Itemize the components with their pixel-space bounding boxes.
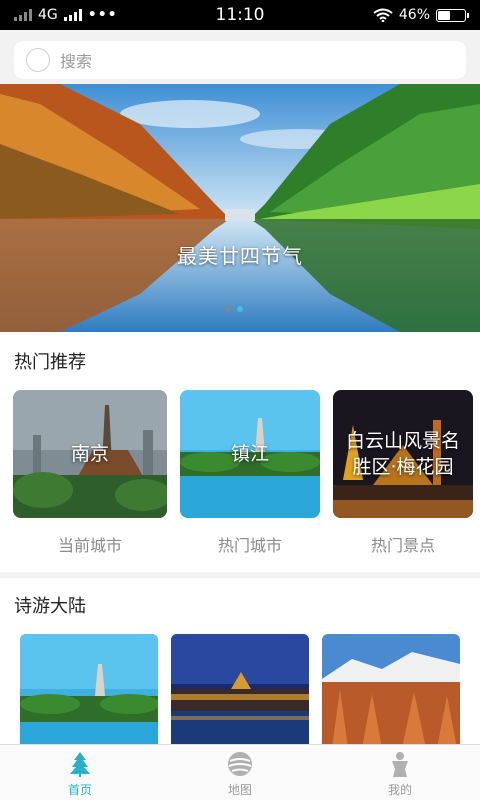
wifi-icon — [373, 8, 393, 22]
sim1-signal-icon — [14, 9, 32, 21]
card-caption: 当前城市 — [57, 536, 122, 555]
person-icon — [392, 752, 408, 777]
more-dots-icon: ••• — [87, 7, 118, 23]
signal-strength-icon — [63, 9, 82, 21]
status-bar: 4G ••• 11:10 46% — [0, 0, 480, 30]
banner-caption: 最美廿四节气 — [177, 244, 303, 268]
card-name: 南京 — [70, 443, 109, 465]
map-globe-icon — [228, 752, 252, 776]
card-nanjing[interactable]: 南京 — [13, 390, 167, 518]
search-bar-area: 搜索 — [0, 30, 480, 84]
banner-carousel[interactable]: 最美廿四节气 — [0, 84, 480, 332]
carousel-dot-1 — [225, 306, 231, 312]
search-input[interactable]: 搜索 — [14, 41, 466, 79]
battery-percent: 46% — [398, 7, 430, 23]
tab-label: 首页 — [67, 783, 92, 797]
poem-travel-section: 诗游大陆 — [0, 578, 480, 748]
search-placeholder: 搜索 — [60, 52, 93, 71]
card-zhenjiang[interactable]: 镇江 — [180, 390, 320, 518]
tab-home[interactable]: 首页 — [0, 745, 160, 800]
search-icon — [26, 48, 50, 72]
section-title: 热门推荐 — [14, 352, 86, 373]
tab-map[interactable]: 地图 — [160, 745, 320, 800]
hot-recommend-section: 热门推荐 南京 当前城市 镇江 热门城市 白云山风景名胜区·梅花园 热门景点 — [0, 332, 480, 572]
tab-label: 地图 — [227, 783, 252, 797]
poem-card-image-3 — [322, 634, 460, 748]
bottom-tab-bar: 首页 地图 我的 — [0, 744, 480, 800]
tree-icon — [70, 752, 90, 777]
network-type: 4G — [38, 7, 58, 23]
card-baiyunshan[interactable]: 白云山风景名胜区·梅花园 — [333, 390, 473, 518]
tab-label: 我的 — [387, 783, 412, 797]
section-title: 诗游大陆 — [14, 596, 86, 617]
carousel-dot-2 — [237, 306, 243, 312]
poem-card-2[interactable] — [171, 634, 309, 748]
tab-profile[interactable]: 我的 — [320, 745, 480, 800]
banner-image — [0, 84, 480, 332]
carousel-indicator — [225, 306, 243, 312]
card-caption: 热门城市 — [217, 536, 282, 555]
battery-icon — [436, 8, 469, 22]
card-name: 白云山风景名胜区·梅花园 — [345, 430, 460, 478]
poem-card-image-1 — [20, 634, 158, 748]
card-name: 镇江 — [230, 443, 269, 465]
poem-card-image-2 — [171, 634, 309, 748]
poem-card-3[interactable] — [322, 634, 460, 748]
poem-card-1[interactable] — [20, 634, 158, 748]
app-screen: 4G ••• 11:10 46% 搜索 最美廿四节气 热门推荐 南京 当前城市 … — [0, 0, 480, 800]
card-caption: 热门景点 — [370, 536, 435, 555]
